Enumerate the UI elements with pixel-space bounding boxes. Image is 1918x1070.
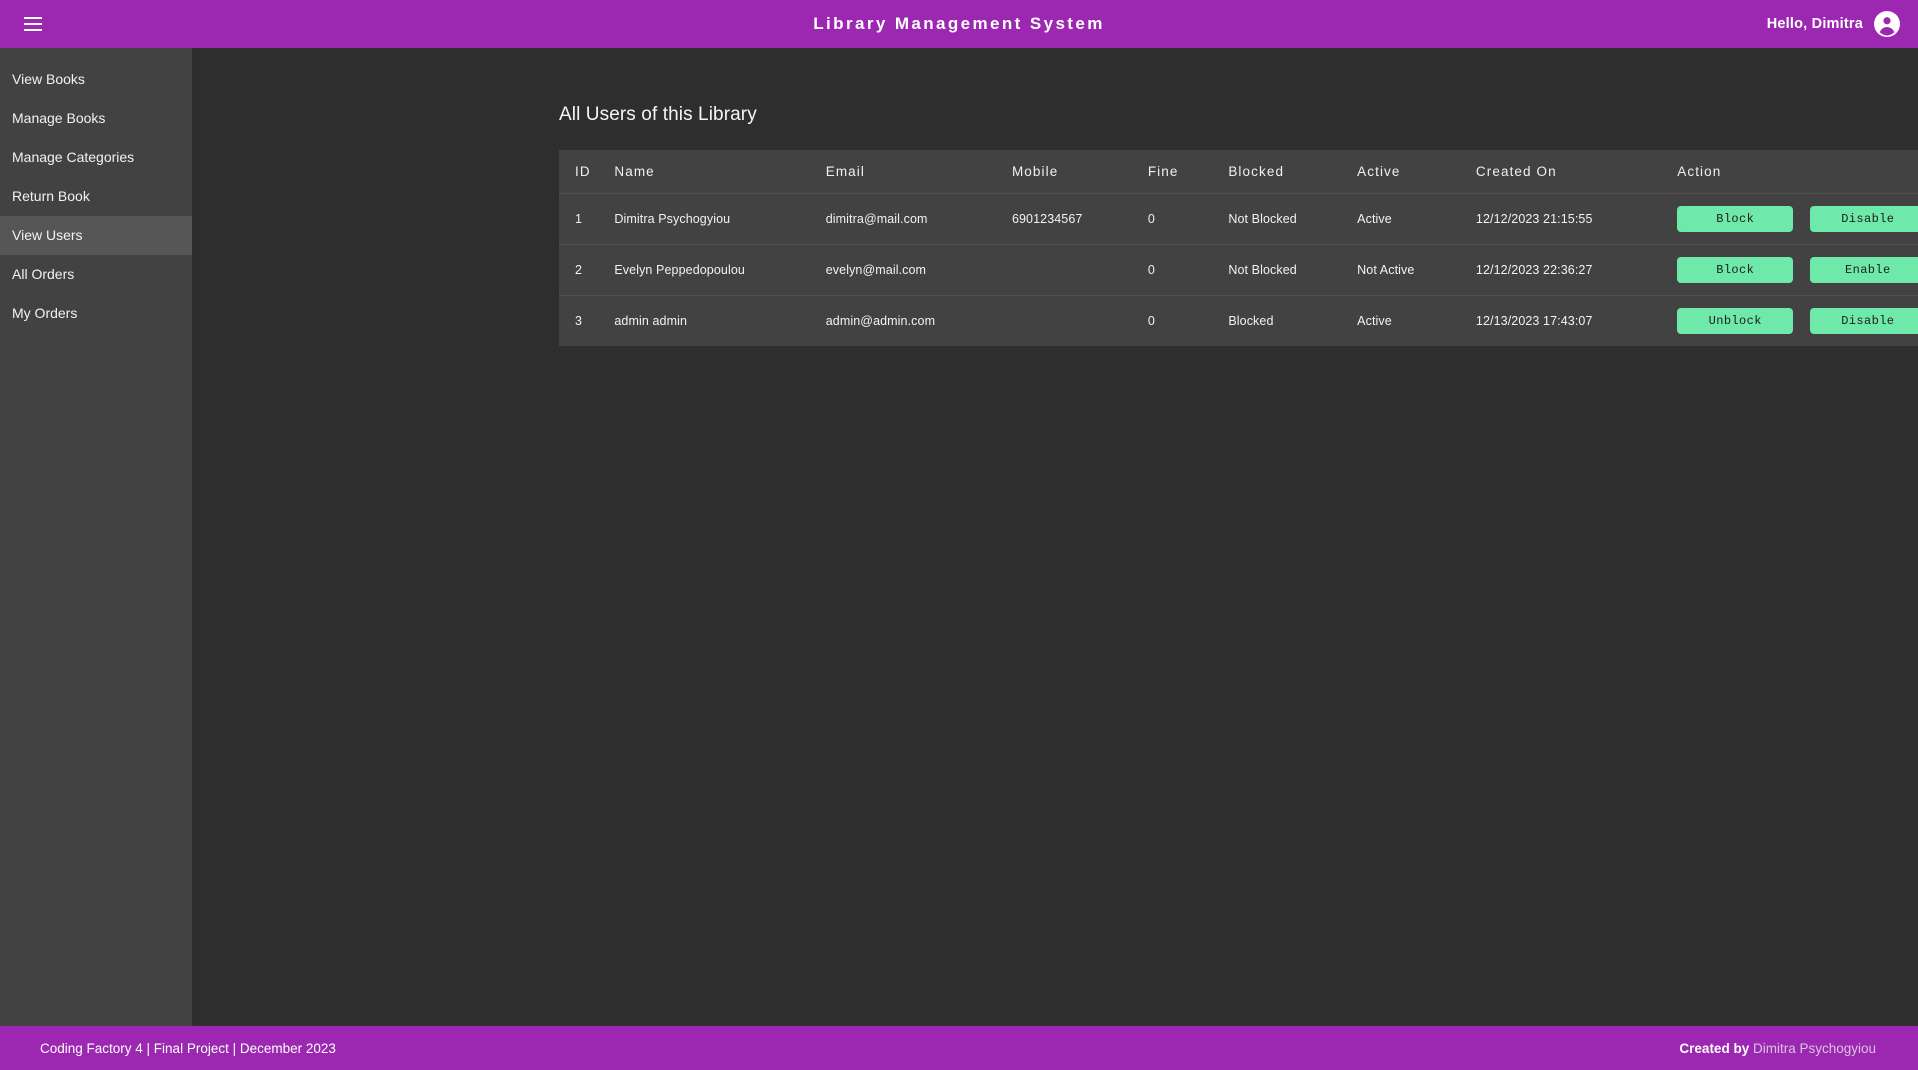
cell-blocked: Blocked xyxy=(1228,295,1358,346)
table-header-row: ID Name Email Mobile Fine Blocked Active… xyxy=(559,150,1918,194)
footer-created-by-label: Created by xyxy=(1679,1040,1753,1056)
cell-active: Active xyxy=(1357,295,1476,346)
block-button[interactable]: Block xyxy=(1677,206,1794,232)
sidebar-item-all-orders[interactable]: All Orders xyxy=(0,255,192,294)
cell-created-on: 12/12/2023 21:15:55 xyxy=(1475,193,1678,245)
block-button[interactable]: Block xyxy=(1677,257,1794,283)
column-header-fine: Fine xyxy=(1147,150,1229,194)
hamburger-bar xyxy=(24,23,42,25)
column-header-action: Action xyxy=(1677,150,1918,194)
cell-mobile xyxy=(1011,295,1148,346)
app-title: Library Management System xyxy=(813,14,1105,33)
cell-id: 2 xyxy=(559,244,615,296)
sidebar-nav: View Books Manage Books Manage Categorie… xyxy=(0,48,193,1026)
cell-action: Block Disable xyxy=(1677,193,1918,245)
sidebar-item-my-orders[interactable]: My Orders xyxy=(0,294,192,333)
footer-author-block: Created by Dimitra Psychogyiou xyxy=(1679,1041,1876,1056)
cell-name: Evelyn Peppedopoulou xyxy=(614,244,826,296)
sidebar-item-view-users[interactable]: View Users xyxy=(0,216,192,255)
body-row: View Books Manage Books Manage Categorie… xyxy=(0,48,1918,1026)
cell-email: admin@admin.com xyxy=(825,295,1012,346)
top-app-bar: Library Management System Hello, Dimitra xyxy=(0,0,1918,48)
user-area: Hello, Dimitra xyxy=(1767,11,1900,37)
sidebar-item-manage-categories[interactable]: Manage Categories xyxy=(0,138,192,177)
footer-bar: Coding Factory 4 | Final Project | Decem… xyxy=(0,1026,1918,1070)
column-header-created-on: Created On xyxy=(1475,150,1678,194)
column-header-mobile: Mobile xyxy=(1011,150,1148,194)
cell-mobile: 6901234567 xyxy=(1011,193,1148,245)
hamburger-menu-icon[interactable] xyxy=(16,7,50,41)
cell-email: dimitra@mail.com xyxy=(825,193,1012,245)
users-table-container: ID Name Email Mobile Fine Blocked Active… xyxy=(559,150,1918,346)
column-header-id: ID xyxy=(559,150,615,194)
disable-button[interactable]: Disable xyxy=(1809,206,1918,232)
enable-button[interactable]: Enable xyxy=(1809,257,1918,283)
sidebar-item-return-book[interactable]: Return Book xyxy=(0,177,192,216)
column-header-blocked: Blocked xyxy=(1228,150,1358,194)
cell-fine: 0 xyxy=(1147,295,1229,346)
table-row: 2 Evelyn Peppedopoulou evelyn@mail.com 0… xyxy=(559,244,1918,296)
unblock-button[interactable]: Unblock xyxy=(1677,308,1794,334)
cell-created-on: 12/12/2023 22:36:27 xyxy=(1475,244,1678,296)
table-row: 1 Dimitra Psychogyiou dimitra@mail.com 6… xyxy=(559,193,1918,245)
cell-active: Not Active xyxy=(1357,244,1476,296)
cell-created-on: 12/13/2023 17:43:07 xyxy=(1475,295,1678,346)
account-circle-icon[interactable] xyxy=(1874,11,1900,37)
users-table-head: ID Name Email Mobile Fine Blocked Active… xyxy=(559,150,1918,194)
cell-mobile xyxy=(1011,244,1148,296)
app-root: Library Management System Hello, Dimitra… xyxy=(0,0,1918,1070)
cell-fine: 0 xyxy=(1147,193,1229,245)
footer-credit-text: Coding Factory 4 | Final Project | Decem… xyxy=(40,1040,336,1056)
users-table-body: 1 Dimitra Psychogyiou dimitra@mail.com 6… xyxy=(559,193,1918,346)
page-title: All Users of this Library xyxy=(559,104,757,125)
cell-action: Block Enable xyxy=(1677,244,1918,296)
sidebar-item-manage-books[interactable]: Manage Books xyxy=(0,99,192,138)
cell-id: 1 xyxy=(559,193,615,245)
user-greeting: Hello, Dimitra xyxy=(1766,16,1863,32)
cell-id: 3 xyxy=(559,295,615,346)
cell-name: admin admin xyxy=(614,295,826,346)
hamburger-bar xyxy=(24,29,42,31)
cell-blocked: Not Blocked xyxy=(1228,193,1358,245)
users-table: ID Name Email Mobile Fine Blocked Active… xyxy=(559,150,1918,346)
main-content: All Users of this Library ID Name Email … xyxy=(193,48,1918,1026)
column-header-email: Email xyxy=(825,150,1012,194)
cell-name: Dimitra Psychogyiou xyxy=(614,193,826,245)
disable-button[interactable]: Disable xyxy=(1809,308,1918,334)
cell-action: Unblock Disable xyxy=(1677,295,1918,346)
column-header-name: Name xyxy=(614,150,826,194)
cell-email: evelyn@mail.com xyxy=(825,244,1012,296)
footer-author-name[interactable]: Dimitra Psychogyiou xyxy=(1753,1041,1876,1056)
column-header-active: Active xyxy=(1357,150,1476,194)
cell-blocked: Not Blocked xyxy=(1228,244,1358,296)
cell-active: Active xyxy=(1357,193,1476,245)
sidebar-item-view-books[interactable]: View Books xyxy=(0,60,192,99)
hamburger-bar xyxy=(24,17,42,19)
table-row: 3 admin admin admin@admin.com 0 Blocked … xyxy=(559,295,1918,346)
cell-fine: 0 xyxy=(1147,244,1229,296)
